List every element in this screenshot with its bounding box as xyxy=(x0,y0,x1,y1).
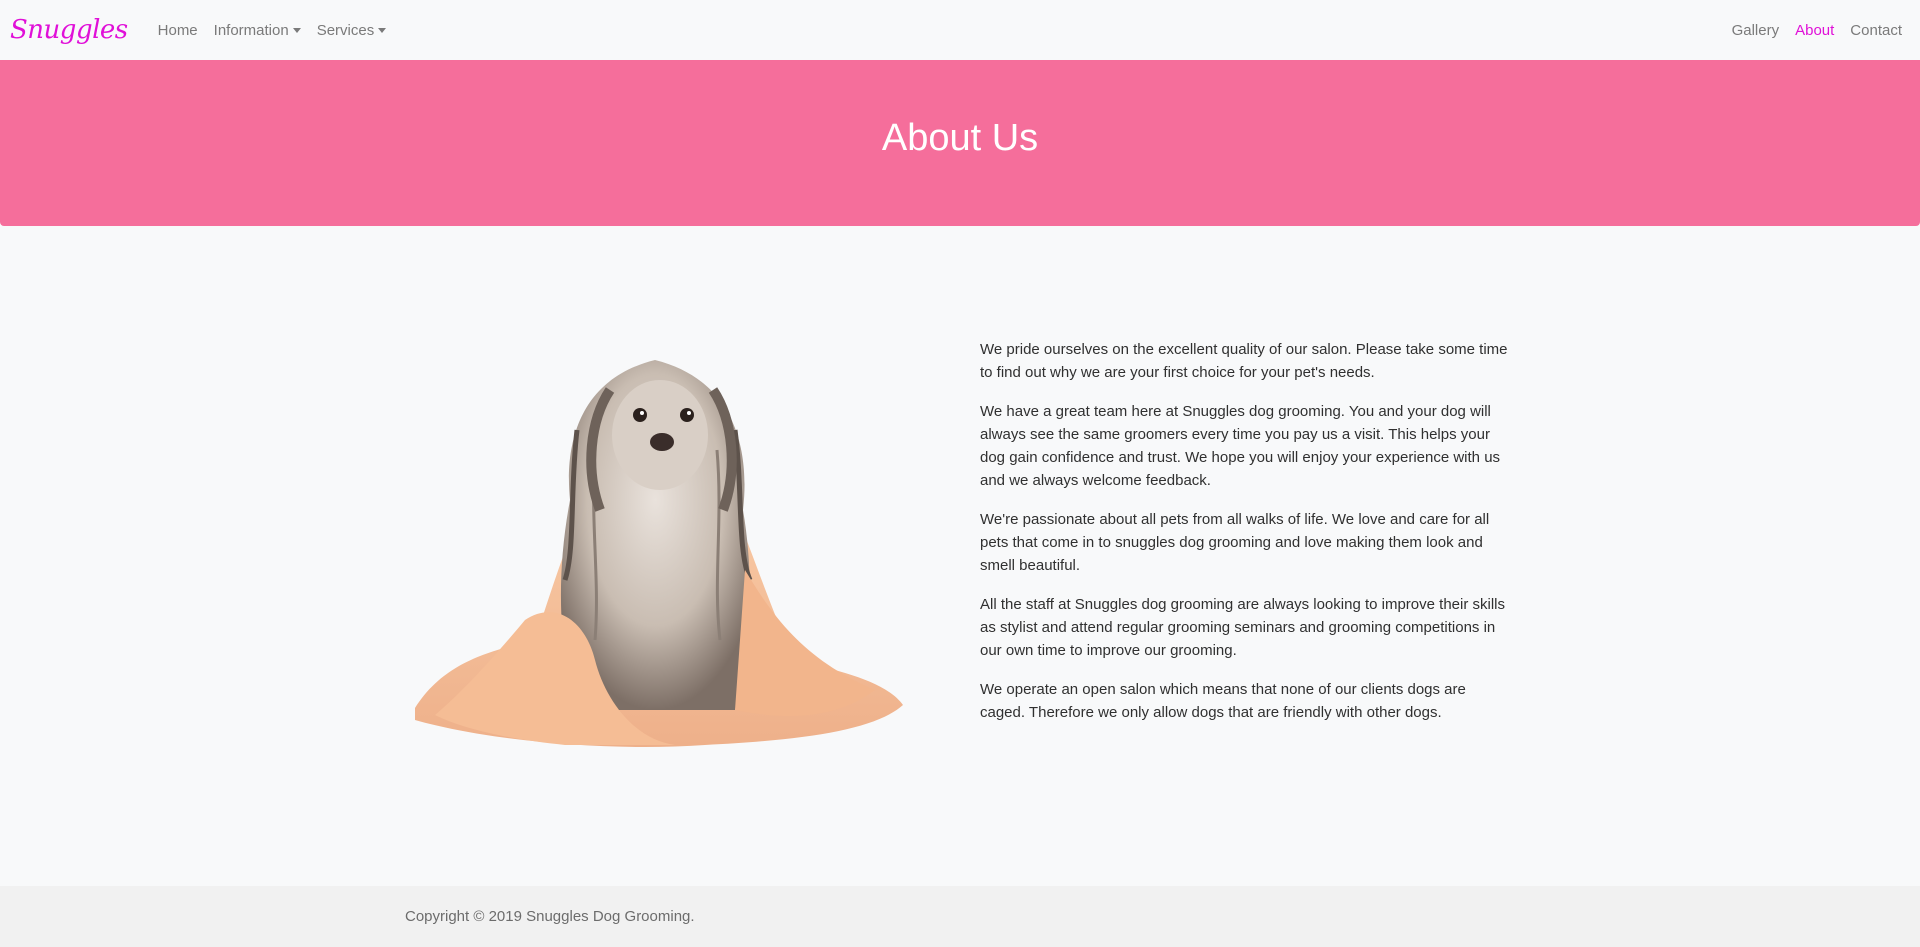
nav-gallery-link[interactable]: Gallery xyxy=(1724,22,1788,39)
nav-gallery-label: Gallery xyxy=(1731,21,1780,39)
wet-dog-in-towel-illustration xyxy=(415,360,903,748)
page-title: About Us xyxy=(881,116,1039,159)
about-paragraph: We operate an open salon which means tha… xyxy=(980,681,1466,721)
nav-contact-label: Contact xyxy=(1850,21,1902,39)
nav-home-label: Home xyxy=(157,21,198,39)
navbar: Snuggles Home Information Services Galle… xyxy=(0,0,1920,60)
copyright-text: Copyright © 2019 Snuggles Dog Grooming. xyxy=(405,908,695,925)
nav-services-dropdown[interactable]: Services xyxy=(309,22,395,39)
chevron-down-icon xyxy=(292,27,301,33)
about-paragraph: All the staff at Snuggles dog grooming a… xyxy=(980,596,1505,659)
brand-logo[interactable]: Snuggles xyxy=(10,15,128,45)
about-section: We pride ourselves on the excellent qual… xyxy=(405,320,1515,756)
dog-image xyxy=(405,320,905,756)
nav-information-dropdown[interactable]: Information xyxy=(206,22,309,39)
about-paragraph: We pride ourselves on the excellent qual… xyxy=(980,341,1508,381)
about-paragraph: We have a great team here at Snuggles do… xyxy=(980,403,1501,489)
nav-right: Gallery About Contact xyxy=(1724,22,1910,39)
nav-information-label: Information xyxy=(213,21,289,39)
about-paragraph: We're passionate about all pets from all… xyxy=(980,511,1490,574)
footer: Copyright © 2019 Snuggles Dog Grooming. xyxy=(0,886,1920,947)
nav-home-link[interactable]: Home xyxy=(150,22,206,39)
nav-contact-link[interactable]: Contact xyxy=(1842,22,1910,39)
about-text: We pride ourselves on the excellent qual… xyxy=(980,320,1515,756)
nav-about-link[interactable]: About xyxy=(1787,22,1842,39)
nav-services-label: Services xyxy=(316,21,375,39)
hero-banner: About Us xyxy=(0,60,1920,226)
nav-left: Home Information Services xyxy=(150,22,395,39)
nav-about-label: About xyxy=(1795,21,1835,39)
chevron-down-icon xyxy=(378,27,387,33)
